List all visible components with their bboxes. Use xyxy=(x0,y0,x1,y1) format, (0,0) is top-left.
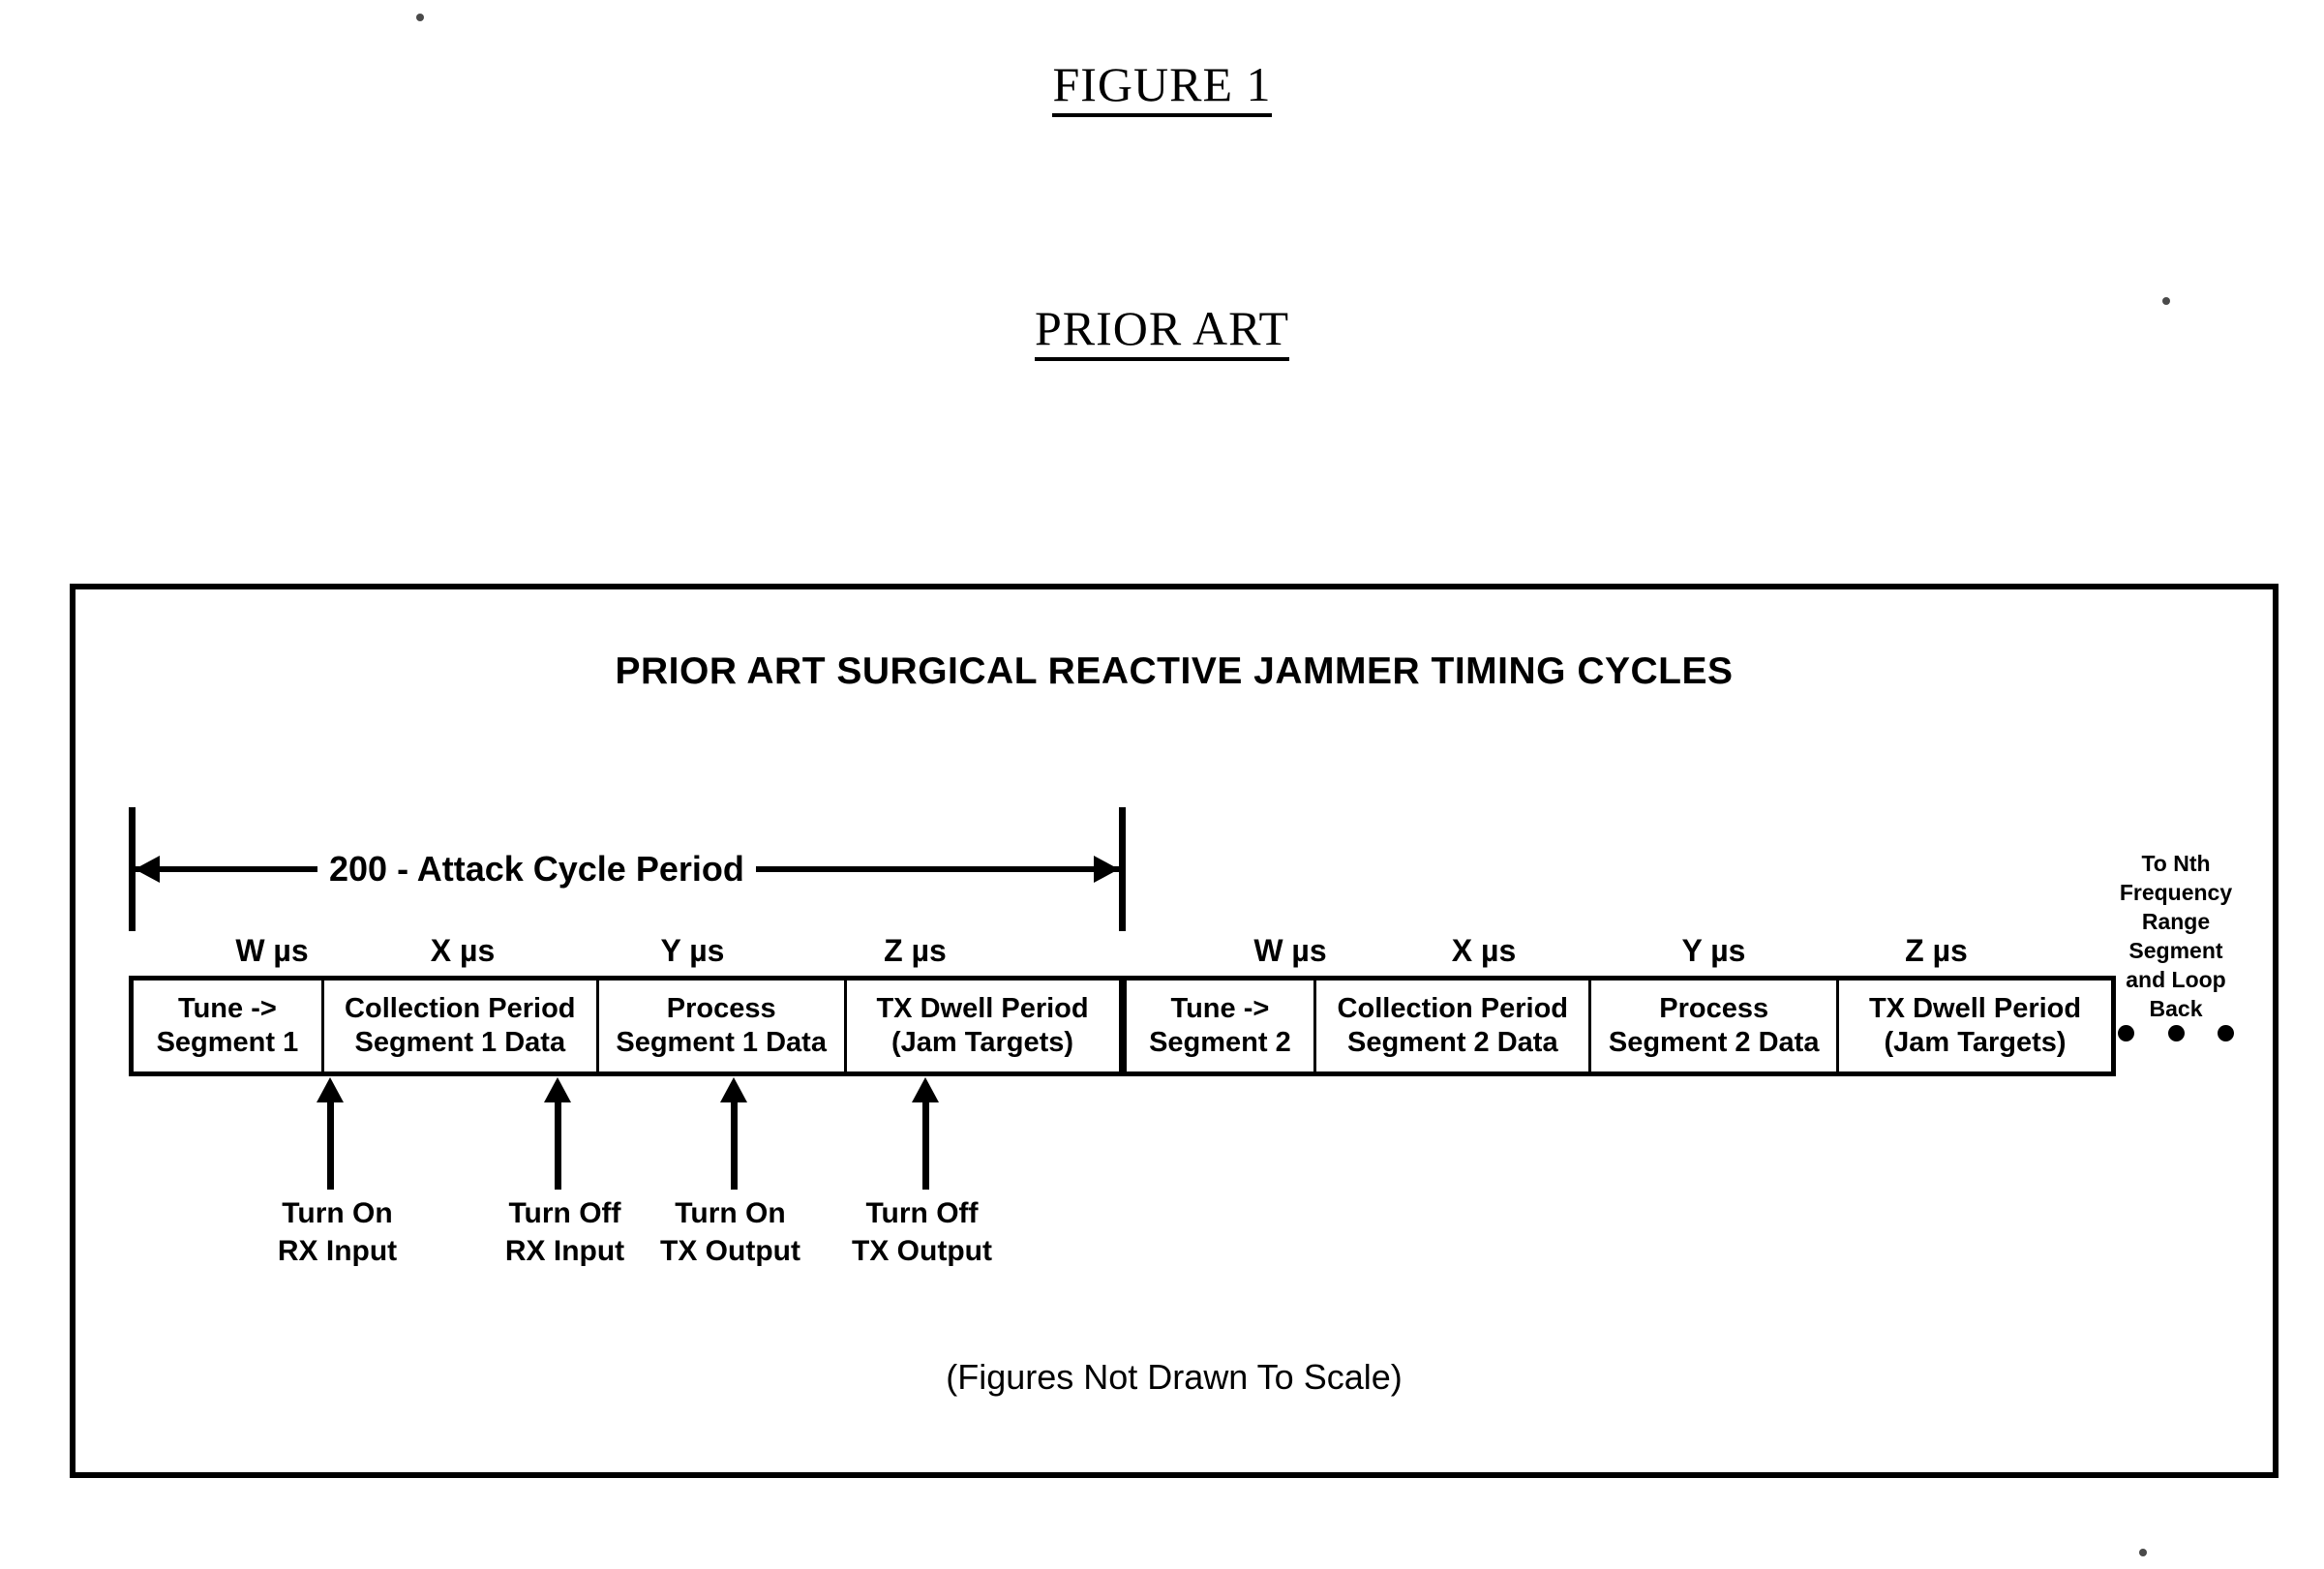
timing-cell-line-2: Segment 1 Data xyxy=(616,1027,827,1058)
timing-cell-line-2: Segment 2 Data xyxy=(1347,1027,1558,1058)
patent-figure-page: FIGURE 1 PRIOR ART PRIOR ART SURGICAL RE… xyxy=(0,0,2324,1569)
duration-label: Y µs xyxy=(1681,933,1746,968)
arrow-right-icon xyxy=(1094,856,1119,883)
event-arrow-icon xyxy=(720,1077,747,1190)
timing-cell: Collection Period Segment 1 Data xyxy=(324,981,599,1071)
event-label: Turn On TX Output xyxy=(626,1194,834,1270)
event-label: Turn On RX Input xyxy=(233,1194,441,1270)
duration-label: W µs xyxy=(1253,933,1327,968)
timing-cell-line-2: Segment 2 xyxy=(1149,1027,1291,1058)
timing-cell-line-2: (Jam Targets) xyxy=(891,1027,1074,1058)
scan-speck xyxy=(2162,297,2170,305)
figure-title-text: FIGURE 1 xyxy=(1052,56,1272,117)
duration-label: Y µs xyxy=(660,933,725,968)
loopback-line-4: Segment xyxy=(2128,938,2223,963)
event-label-line-1: Turn On xyxy=(675,1197,786,1229)
timing-cell: Process Segment 1 Data xyxy=(599,981,847,1071)
ellipsis-dot xyxy=(2218,1025,2234,1041)
ellipsis-dot xyxy=(2167,1025,2185,1041)
timing-cell-line-1: Tune -> xyxy=(1170,993,1270,1024)
timing-cell-line-1: Collection Period xyxy=(1337,993,1569,1024)
loopback-line-6: Back xyxy=(2149,996,2203,1021)
event-label-line-1: Turn Off xyxy=(865,1197,979,1229)
timing-cell-line-1: Process xyxy=(1659,993,1769,1024)
timing-cell-line-2: Segment 1 Data xyxy=(354,1027,566,1058)
timing-cell: Process Segment 2 Data xyxy=(1591,981,1840,1071)
loopback-line-5: and Loop xyxy=(2126,967,2226,992)
loopback-line-2: Frequency xyxy=(2119,880,2233,905)
timing-bar: Tune -> Segment 1 Collection Period Segment… xyxy=(129,976,2116,1076)
cycle-end-tick xyxy=(1119,807,1126,931)
timing-cell: Tune -> Segment 2 xyxy=(1127,981,1317,1071)
scale-note: (Figures Not Drawn To Scale) xyxy=(946,1357,1403,1397)
duration-label: X µs xyxy=(430,933,496,968)
event-label: Turn Off TX Output xyxy=(818,1194,1026,1270)
scan-speck xyxy=(2139,1549,2147,1556)
arrow-left-icon xyxy=(135,856,160,883)
timing-cell-line-2: Segment 2 Data xyxy=(1608,1027,1820,1058)
attack-cycle-measure: 200 - Attack Cycle Period xyxy=(129,807,1126,933)
ellipsis-dot xyxy=(2118,1025,2134,1041)
event-arrow-icon xyxy=(317,1077,344,1190)
figure-title: FIGURE 1 xyxy=(0,56,2324,117)
duration-label-row: W µs X µs Y µs Z µs W µs X µs Y µs Z µs xyxy=(129,933,2116,980)
event-label-line-2: TX Output xyxy=(852,1235,992,1267)
prior-art-title-text: PRIOR ART xyxy=(1034,300,1289,361)
timing-cell-line-1: Process xyxy=(666,993,776,1024)
timing-cell: Collection Period Segment 2 Data xyxy=(1316,981,1592,1071)
timing-cell: Tune -> Segment 1 xyxy=(134,981,324,1071)
diagram-frame: PRIOR ART SURGICAL REACTIVE JAMMER TIMIN… xyxy=(70,584,2279,1478)
timing-cell: TX Dwell Period (Jam Targets) xyxy=(847,981,1127,1071)
loopback-line-1: To Nth xyxy=(2141,851,2211,876)
event-label-line-1: Turn On xyxy=(282,1197,393,1229)
loopback-note: To Nth Frequency Range Segment and Loop … xyxy=(2108,849,2244,1023)
diagram-title: PRIOR ART SURGICAL REACTIVE JAMMER TIMIN… xyxy=(615,650,1734,692)
timing-cell-line-1: Tune -> xyxy=(178,993,277,1024)
duration-label: W µs xyxy=(235,933,309,968)
ellipsis-dots xyxy=(2108,1025,2244,1041)
scan-speck xyxy=(416,14,424,21)
loopback-line-3: Range xyxy=(2141,909,2211,934)
duration-label: X µs xyxy=(1451,933,1517,968)
attack-cycle-label: 200 - Attack Cycle Period xyxy=(317,844,756,894)
event-arrow-icon xyxy=(912,1077,939,1190)
timing-cell-line-1: TX Dwell Period xyxy=(876,993,1089,1024)
timing-cell-line-1: TX Dwell Period xyxy=(1868,993,2082,1024)
event-arrow-icon xyxy=(544,1077,571,1190)
timing-cell-line-1: Collection Period xyxy=(345,993,576,1024)
timing-cell-line-2: Segment 1 xyxy=(156,1027,299,1058)
duration-label: Z µs xyxy=(1905,933,1968,968)
timing-cell-line-2: (Jam Targets) xyxy=(1884,1027,2067,1058)
event-label-line-2: TX Output xyxy=(660,1235,800,1267)
timing-cell: TX Dwell Period (Jam Targets) xyxy=(1839,981,2111,1071)
duration-label: Z µs xyxy=(884,933,947,968)
event-label-line-2: RX Input xyxy=(277,1235,398,1267)
prior-art-title: PRIOR ART xyxy=(0,300,2324,361)
